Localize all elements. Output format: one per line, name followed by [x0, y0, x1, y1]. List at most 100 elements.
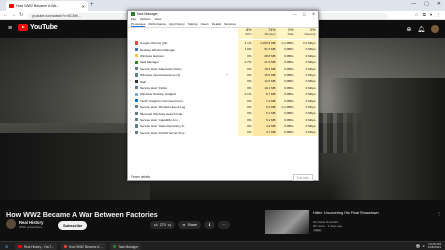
tm-minimize-button[interactable]: —: [293, 12, 297, 16]
process-icon: [135, 124, 139, 128]
task-manager-window[interactable]: Task Manager — ▢ ✕ File Options View Pro…: [127, 10, 319, 181]
process-icon: [135, 41, 139, 45]
suggested-video-channel-meta: Da Nazis Downfall... 8K views · 3 days a…: [313, 220, 342, 233]
disk-column-header[interactable]: 0% Disk: [277, 28, 295, 39]
clock[interactable]: 10:26 PM 1/28/2024: [428, 242, 441, 249]
process-cpu: 0%: [238, 129, 253, 136]
browser-tab[interactable]: How WW2 Became A Wa... ✕: [6, 1, 88, 11]
channel-avatar[interactable]: [6, 219, 16, 229]
expand-chevron-icon[interactable]: ›: [130, 79, 131, 82]
process-icon: [135, 111, 139, 115]
expand-chevron-icon[interactable]: ›: [130, 105, 131, 108]
fewer-details-link[interactable]: Fewer details: [131, 175, 150, 179]
profile-icon[interactable]: ●: [430, 12, 433, 18]
process-row[interactable]: › Service Host: DCOM Server Proc... 0% 4.7 …: [128, 129, 318, 136]
process-name: Windows Explorer: [140, 54, 165, 59]
volume-icon[interactable]: 🔊︎: [423, 244, 425, 248]
tm-close-button[interactable]: ✕: [312, 12, 315, 16]
extensions-icon[interactable]: ⧉: [423, 12, 426, 18]
process-disk: 0 MB/s: [277, 129, 295, 136]
taskbar-items: ⊞ Real History - YouT... How WW2 Became …: [2, 243, 142, 250]
like-count: 273: [159, 223, 166, 227]
process-name: Windows Desktop Gadgets: [140, 92, 177, 97]
suggested-video[interactable]: Hitler: Uncovering His Final Showdown Da…: [265, 210, 443, 234]
process-name: Google Chrome (32): [140, 41, 168, 46]
process-icon: [135, 60, 139, 64]
bookmark-star-icon[interactable]: ☆: [415, 12, 419, 18]
system-tray: 📶︎ 🔊︎ 10:26 PM 1/28/2024: [416, 242, 441, 249]
new-tab-button[interactable]: +: [90, 2, 94, 8]
youtube-logo-text: YouTube: [30, 24, 58, 31]
expand-chevron-icon[interactable]: ›: [130, 111, 131, 114]
chrome-icon: [18, 244, 22, 249]
notifications-bell-icon[interactable]: 🔔︎: [417, 26, 425, 33]
memory-label: Memory: [264, 32, 276, 36]
task-manager-icon: [112, 244, 117, 249]
process-icon: [135, 66, 139, 71]
cpu-column-header[interactable]: 8% CPU: [238, 28, 253, 39]
tab-startup[interactable]: Startup: [188, 22, 198, 27]
close-window-button[interactable]: ✕: [437, 1, 441, 7]
back-icon[interactable]: ←: [3, 12, 8, 18]
download-icon: ⬇: [208, 223, 212, 227]
forward-icon[interactable]: →: [11, 12, 16, 18]
expand-chevron-icon[interactable]: ›: [130, 124, 131, 127]
youtube-logo[interactable]: YouTube: [18, 24, 58, 31]
tm-maximize-button[interactable]: ▢: [303, 12, 306, 16]
cpu-label: CPU: [245, 32, 252, 36]
like-button[interactable]: 👍︎ 273 👎︎: [150, 221, 176, 229]
process-network: 0 Mbps: [295, 129, 317, 136]
menu-kebab-icon[interactable]: ⋮: [437, 12, 442, 18]
tab-users[interactable]: Users: [201, 22, 209, 27]
process-name: Service Host: Capability Acc...: [140, 117, 181, 122]
reload-icon[interactable]: ↻: [19, 12, 23, 18]
account-avatar[interactable]: [431, 25, 439, 33]
minimize-button[interactable]: —: [411, 1, 416, 7]
process-name: Microsoft Windows Search Inde...: [140, 111, 185, 116]
process-name: Windows Input Experience (3): [140, 73, 181, 78]
hamburger-menu-icon[interactable]: ≡: [8, 25, 12, 32]
expand-chevron-icon[interactable]: ›: [130, 86, 131, 89]
expand-chevron-icon[interactable]: ›: [130, 60, 131, 63]
taskbar-item-task-manager[interactable]: Task Manager: [109, 243, 142, 250]
suggested-video-menu-icon[interactable]: ⋮: [437, 211, 441, 216]
taskbar-item-youtube-2[interactable]: How WW2 Became A ...: [60, 243, 106, 250]
network-column-header[interactable]: 0% Network: [295, 28, 317, 39]
create-video-icon[interactable]: ⊕: [406, 26, 411, 33]
suggested-video-badge: New: [313, 227, 323, 233]
close-tab-icon[interactable]: ✕: [82, 4, 85, 9]
process-icon: [135, 47, 139, 51]
suggested-video-title[interactable]: Hitler: Uncovering His Final Showdown: [313, 211, 413, 216]
suggested-video-thumbnail[interactable]: [265, 210, 309, 234]
thumbs-down-icon[interactable]: 👎︎: [168, 223, 172, 227]
taskbar-item-youtube-1[interactable]: Real History - YouT...: [15, 243, 57, 250]
more-actions-button[interactable]: ⋯: [218, 221, 230, 229]
tab-details[interactable]: Details: [212, 22, 221, 27]
expand-chevron-icon[interactable]: ›: [130, 130, 131, 133]
share-arrow-icon: ➦: [182, 223, 186, 227]
process-name: Start: [140, 79, 147, 84]
start-button[interactable]: ⊞: [2, 243, 11, 250]
expand-chevron-icon[interactable]: ›: [130, 99, 131, 102]
tab-processes[interactable]: Processes: [131, 22, 146, 27]
download-button[interactable]: ⬇: [204, 221, 216, 229]
windows-taskbar: ⊞ Real History - YouT... How WW2 Became …: [0, 241, 445, 250]
tab-performance[interactable]: Performance: [148, 22, 166, 27]
tab-services[interactable]: Services: [224, 22, 236, 27]
expand-chevron-icon[interactable]: ›: [130, 67, 131, 70]
share-button[interactable]: ➦ Share: [178, 221, 202, 229]
expand-chevron-icon[interactable]: ›: [130, 73, 131, 76]
maximize-button[interactable]: ▢: [424, 1, 429, 7]
expand-chevron-icon[interactable]: ›: [130, 118, 131, 121]
end-task-button[interactable]: End task: [292, 174, 313, 181]
process-icon: [135, 73, 139, 77]
window-controls: — ▢ ✕: [411, 1, 441, 7]
tab-app-history[interactable]: App history: [169, 22, 184, 27]
youtube-play-logo-icon: [18, 24, 28, 31]
process-icon: [135, 86, 139, 90]
memory-column-header[interactable]: 74% Memory: [253, 28, 277, 39]
subscribe-button[interactable]: Subscribe: [58, 221, 88, 230]
expand-chevron-icon[interactable]: ›: [130, 41, 131, 44]
process-icon: [135, 92, 139, 96]
network-icon[interactable]: 📶︎: [416, 244, 420, 248]
